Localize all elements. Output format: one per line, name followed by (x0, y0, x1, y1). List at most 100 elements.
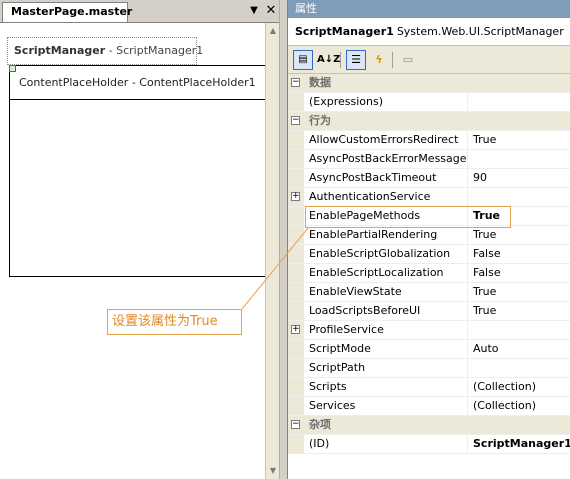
properties-toolbar: ▤ A↓Z ☰ ϟ ▭ (288, 46, 570, 74)
category-label: 行为 (309, 114, 331, 127)
category-label: 杂项 (309, 418, 331, 431)
property-name: ScriptMode (304, 340, 468, 358)
row-gutter (288, 340, 304, 358)
scroll-up-icon[interactable]: ▲ (267, 25, 279, 37)
row-gutter (288, 93, 304, 111)
row-gutter (288, 150, 304, 168)
collapse-icon[interactable]: − (291, 78, 300, 87)
property-row[interactable]: AsyncPostBackTimeout 90 (288, 169, 570, 188)
alphabetical-sort-icon[interactable]: A↓Z (316, 50, 340, 70)
expand-icon[interactable]: + (291, 325, 300, 334)
property-row[interactable]: EnablePartialRendering True (288, 226, 570, 245)
property-name: AsyncPostBackErrorMessage (304, 150, 468, 168)
property-name: EnableScriptGlobalization (304, 245, 468, 263)
collapse-icon[interactable]: − (291, 116, 300, 125)
object-type: System.Web.UI.ScriptManager (396, 25, 564, 38)
property-row[interactable]: EnableScriptLocalization False (288, 264, 570, 283)
category-row[interactable]: − 杂项 (288, 416, 570, 435)
properties-window: 属性 ScriptManager1 System.Web.UI.ScriptMan… (287, 0, 570, 479)
property-value[interactable] (468, 321, 570, 339)
row-gutter (288, 359, 304, 377)
property-value[interactable] (468, 188, 570, 206)
row-gutter (288, 207, 304, 225)
row-gutter (288, 283, 304, 301)
scroll-down-icon[interactable]: ▼ (267, 465, 279, 477)
row-gutter (288, 378, 304, 396)
property-name: EnableScriptLocalization (304, 264, 468, 282)
scriptmanager-control[interactable]: ScriptManager - ScriptManager1 (7, 37, 203, 65)
contentplaceholder-region[interactable]: ContentPlaceHolder - ContentPlaceHolder1 (9, 65, 266, 277)
property-value[interactable]: Auto (468, 340, 570, 358)
property-value[interactable]: False (468, 245, 570, 263)
lightning-icon[interactable]: ϟ (369, 50, 389, 70)
properties-icon[interactable]: ☰ (346, 50, 366, 70)
property-value[interactable]: True (468, 131, 570, 149)
row-gutter (288, 226, 304, 244)
highlight-frame (305, 206, 511, 228)
callout-annotation: 设置该属性为True (107, 309, 242, 335)
row-gutter (288, 435, 304, 453)
toolbar-separator (340, 52, 341, 68)
property-row[interactable]: EnableScriptGlobalization False (288, 245, 570, 264)
row-gutter: − (288, 74, 304, 92)
pane-splitter[interactable] (279, 0, 287, 479)
property-name: (ID) (304, 435, 468, 453)
contentplaceholder-label: ContentPlaceHolder - ContentPlaceHolder1 (10, 66, 266, 100)
property-value[interactable]: (Collection) (468, 397, 570, 415)
property-row[interactable]: AsyncPostBackErrorMessage (288, 150, 570, 169)
property-grid: − 数据 (Expressions) − 行为 AllowCustomErrorsRedi… (288, 74, 570, 454)
expand-icon[interactable]: + (291, 192, 300, 201)
property-value[interactable]: False (468, 264, 570, 282)
categorized-icon[interactable]: ▤ (293, 50, 313, 70)
property-row[interactable]: ScriptMode Auto (288, 340, 570, 359)
row-gutter (288, 131, 304, 149)
property-value[interactable] (468, 150, 570, 168)
scriptmanager-id-label: ScriptManager1 (116, 44, 204, 57)
category-row[interactable]: − 行为 (288, 112, 570, 131)
property-name: AuthenticationService (304, 188, 468, 206)
category-label: 数据 (309, 76, 331, 89)
category-row[interactable]: − 数据 (288, 74, 570, 93)
property-name: ProfileService (304, 321, 468, 339)
designer-pane: MasterPage.master ▼ ✕ ScriptManager - Sc… (0, 0, 287, 479)
row-gutter (288, 169, 304, 187)
property-value[interactable]: (Collection) (468, 378, 570, 396)
property-row[interactable]: EnableViewState True (288, 283, 570, 302)
property-row[interactable]: (ID) ScriptManager1 (288, 435, 570, 454)
row-gutter (288, 302, 304, 320)
designer-vertical-scrollbar[interactable]: ▲ ▼ (265, 23, 279, 479)
property-row[interactable]: Scripts (Collection) (288, 378, 570, 397)
property-value[interactable]: True (468, 302, 570, 320)
row-gutter: − (288, 112, 304, 130)
close-icon[interactable]: ✕ (264, 4, 278, 18)
property-row[interactable]: Services (Collection) (288, 397, 570, 416)
property-row[interactable]: AllowCustomErrorsRedirect True (288, 131, 570, 150)
row-gutter: − (288, 416, 304, 434)
row-gutter (288, 264, 304, 282)
collapse-icon[interactable]: − (291, 420, 300, 429)
property-value[interactable]: 90 (468, 169, 570, 187)
property-name: (Expressions) (304, 93, 468, 111)
property-value[interactable] (468, 359, 570, 377)
property-row[interactable]: ScriptPath (288, 359, 570, 378)
property-pages-icon[interactable]: ▭ (398, 50, 418, 70)
document-tab-strip: MasterPage.master ▼ ✕ (0, 0, 287, 23)
property-value[interactable] (468, 93, 570, 111)
property-value[interactable]: ScriptManager1 (468, 435, 570, 453)
property-row[interactable]: + ProfileService (288, 321, 570, 340)
property-row[interactable]: + AuthenticationService (288, 188, 570, 207)
row-gutter: + (288, 321, 304, 339)
document-tab-masterpage[interactable]: MasterPage.master (2, 2, 132, 22)
object-selector[interactable]: ScriptManager1 System.Web.UI.ScriptManage… (288, 18, 570, 46)
property-value[interactable]: True (468, 283, 570, 301)
row-gutter (288, 245, 304, 263)
scriptmanager-type-label: ScriptManager (14, 44, 106, 57)
property-row[interactable]: LoadScriptsBeforeUI True (288, 302, 570, 321)
object-name: ScriptManager1 (295, 25, 394, 38)
property-name: ScriptPath (304, 359, 468, 377)
tab-dropdown-icon[interactable]: ▼ (247, 4, 261, 18)
toolbar-separator (392, 52, 393, 68)
property-row[interactable]: (Expressions) (288, 93, 570, 112)
property-value[interactable]: True (468, 226, 570, 244)
property-name: EnableViewState (304, 283, 468, 301)
